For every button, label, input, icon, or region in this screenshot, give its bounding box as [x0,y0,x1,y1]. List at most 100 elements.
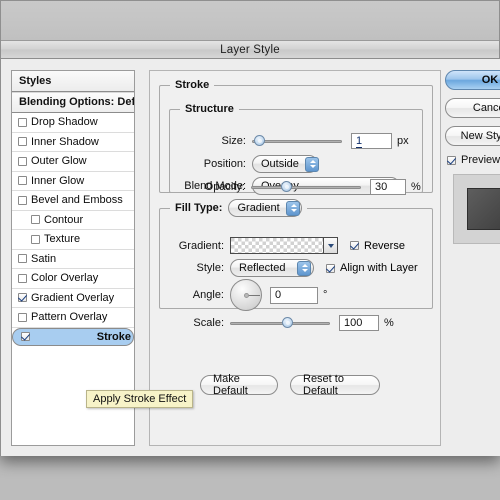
style-item-label: Drop Shadow [31,116,98,129]
style-item-checkbox[interactable] [31,234,40,244]
style-item-label: Satin [31,252,57,265]
scale-slider-knob[interactable] [281,317,293,328]
action-panel: OK Cancel New Style... Preview [445,70,500,244]
style-item-gradient-overlay[interactable]: Gradient Overlay [12,289,134,308]
style-item-checkbox[interactable] [18,254,27,264]
size-slider-knob[interactable] [254,135,266,146]
style-item-label: Color Overlay [31,272,99,285]
fill-type-group: Fill Type: Gradient Gradient: Reverse St… [159,199,433,331]
angle-dial[interactable] [230,279,262,311]
size-slider[interactable] [252,135,342,147]
style-item-drop-shadow[interactable]: Drop Shadow [12,113,134,133]
chevron-updown-icon [285,200,300,216]
ok-button[interactable]: OK [445,70,500,90]
style-item-inner-glow[interactable]: Inner Glow [12,172,134,191]
tooltip: Apply Stroke Effect [86,390,194,408]
style-item-label: Pattern Overlay [31,311,108,324]
angle-input[interactable]: 0 [270,286,318,304]
style-item-checkbox[interactable] [18,195,27,205]
dialog-title: Layer Style [220,43,280,56]
opacity-slider-knob[interactable] [280,181,292,192]
new-style-button[interactable]: New Style... [445,126,500,146]
preview-label: Preview [461,154,500,166]
style-item-inner-shadow[interactable]: Inner Shadow [12,133,134,152]
style-item-label: Outer Glow [31,155,87,168]
layer-style-dialog: Layer Style Styles Blending Options: Def… [0,0,500,456]
preview-thumbnail-frame [453,174,500,244]
style-item-contour[interactable]: Contour [12,211,134,230]
opacity-slider-track [251,186,361,189]
style-item-label: Gradient Overlay [31,291,115,304]
opacity-label: Opacity: [204,181,245,193]
gradient-swatch[interactable] [230,237,338,254]
style-item-pattern-overlay[interactable]: Pattern Overlay [12,308,134,328]
style-item-checkbox[interactable] [18,273,27,283]
dialog-body: Styles Blending Options: Default Drop Sh… [1,59,500,456]
size-label: Size: [221,135,246,147]
gradient-style-select[interactable]: Reflected [230,259,314,277]
angle-dial-center [244,293,249,298]
style-item-label: Contour [44,213,84,226]
opacity-input[interactable]: 30 [370,179,406,195]
style-item-label: Bevel and Emboss [31,194,123,207]
chevron-down-icon[interactable] [323,238,337,253]
angle-unit: ° [323,289,328,301]
position-select[interactable]: Outside [252,155,319,173]
preview-row[interactable]: Preview [447,154,500,166]
stroke-group: Stroke Structure Size: 1 px Position: Ou… [159,79,433,195]
fill-type-legend: Fill Type: Gradient [170,199,307,217]
fill-type-value: Gradient [237,202,280,214]
reverse-checkbox[interactable] [350,241,359,250]
preview-thumbnail [467,188,500,230]
align-with-layer-checkbox[interactable] [326,263,335,273]
style-item-satin[interactable]: Satin [12,250,134,269]
dialog-top-chrome [1,1,499,40]
make-default-button[interactable]: Make Default [200,373,278,397]
chevron-updown-icon [297,260,311,276]
style-item-outer-glow[interactable]: Outer Glow [12,152,134,172]
style-item-checkbox[interactable] [21,332,30,341]
align-with-layer-label: Align with Layer [340,262,418,274]
opacity-unit: % [411,181,421,193]
reverse-label: Reverse [364,239,405,252]
stroke-group-title: Stroke [175,79,210,91]
fill-type-label: Fill Type: [175,202,223,214]
structure-group-title: Structure [185,103,234,115]
style-item-bevel-and-emboss[interactable]: Bevel and Emboss [12,191,134,211]
blending-options-row[interactable]: Blending Options: Default [12,92,134,113]
style-item-checkbox[interactable] [18,117,27,127]
style-item-checkbox[interactable] [18,312,27,322]
style-item-checkbox[interactable] [31,215,40,225]
scale-label: Scale: [193,317,224,329]
style-label: Style: [196,262,224,274]
preview-checkbox[interactable] [447,155,456,165]
size-slider-track [252,140,342,143]
gradient-label: Gradient: [178,239,224,252]
style-item-checkbox[interactable] [18,137,27,147]
style-item-texture[interactable]: Texture [12,230,134,250]
dialog-titlebar[interactable]: Layer Style [1,40,499,59]
chevron-updown-icon [304,156,319,172]
style-item-stroke[interactable]: Stroke [12,327,134,346]
fill-type-select[interactable]: Gradient [228,199,303,217]
scale-slider[interactable] [230,317,330,329]
style-item-color-overlay[interactable]: Color Overlay [12,269,134,289]
size-input[interactable]: 1 [351,133,392,149]
scale-unit: % [384,317,394,329]
opacity-slider[interactable] [251,181,361,193]
cancel-button[interactable]: Cancel [445,98,500,118]
style-item-label: Inner Glow [31,174,85,187]
position-value: Outside [261,158,299,170]
style-item-checkbox[interactable] [18,156,27,166]
reset-to-default-button[interactable]: Reset to Default [290,373,380,397]
scale-slider-track [230,322,330,325]
position-label: Position: [203,158,246,170]
style-item-checkbox[interactable] [18,293,27,303]
styles-item-container: Drop Shadow Inner Shadow Outer Glow Inner G… [12,113,134,346]
angle-label: Angle: [192,289,224,301]
style-item-checkbox[interactable] [18,176,27,186]
styles-header: Styles [12,71,134,92]
scale-input[interactable]: 100 [339,315,379,331]
style-item-label: Stroke [96,330,131,343]
gradient-style-value: Reflected [239,262,286,274]
